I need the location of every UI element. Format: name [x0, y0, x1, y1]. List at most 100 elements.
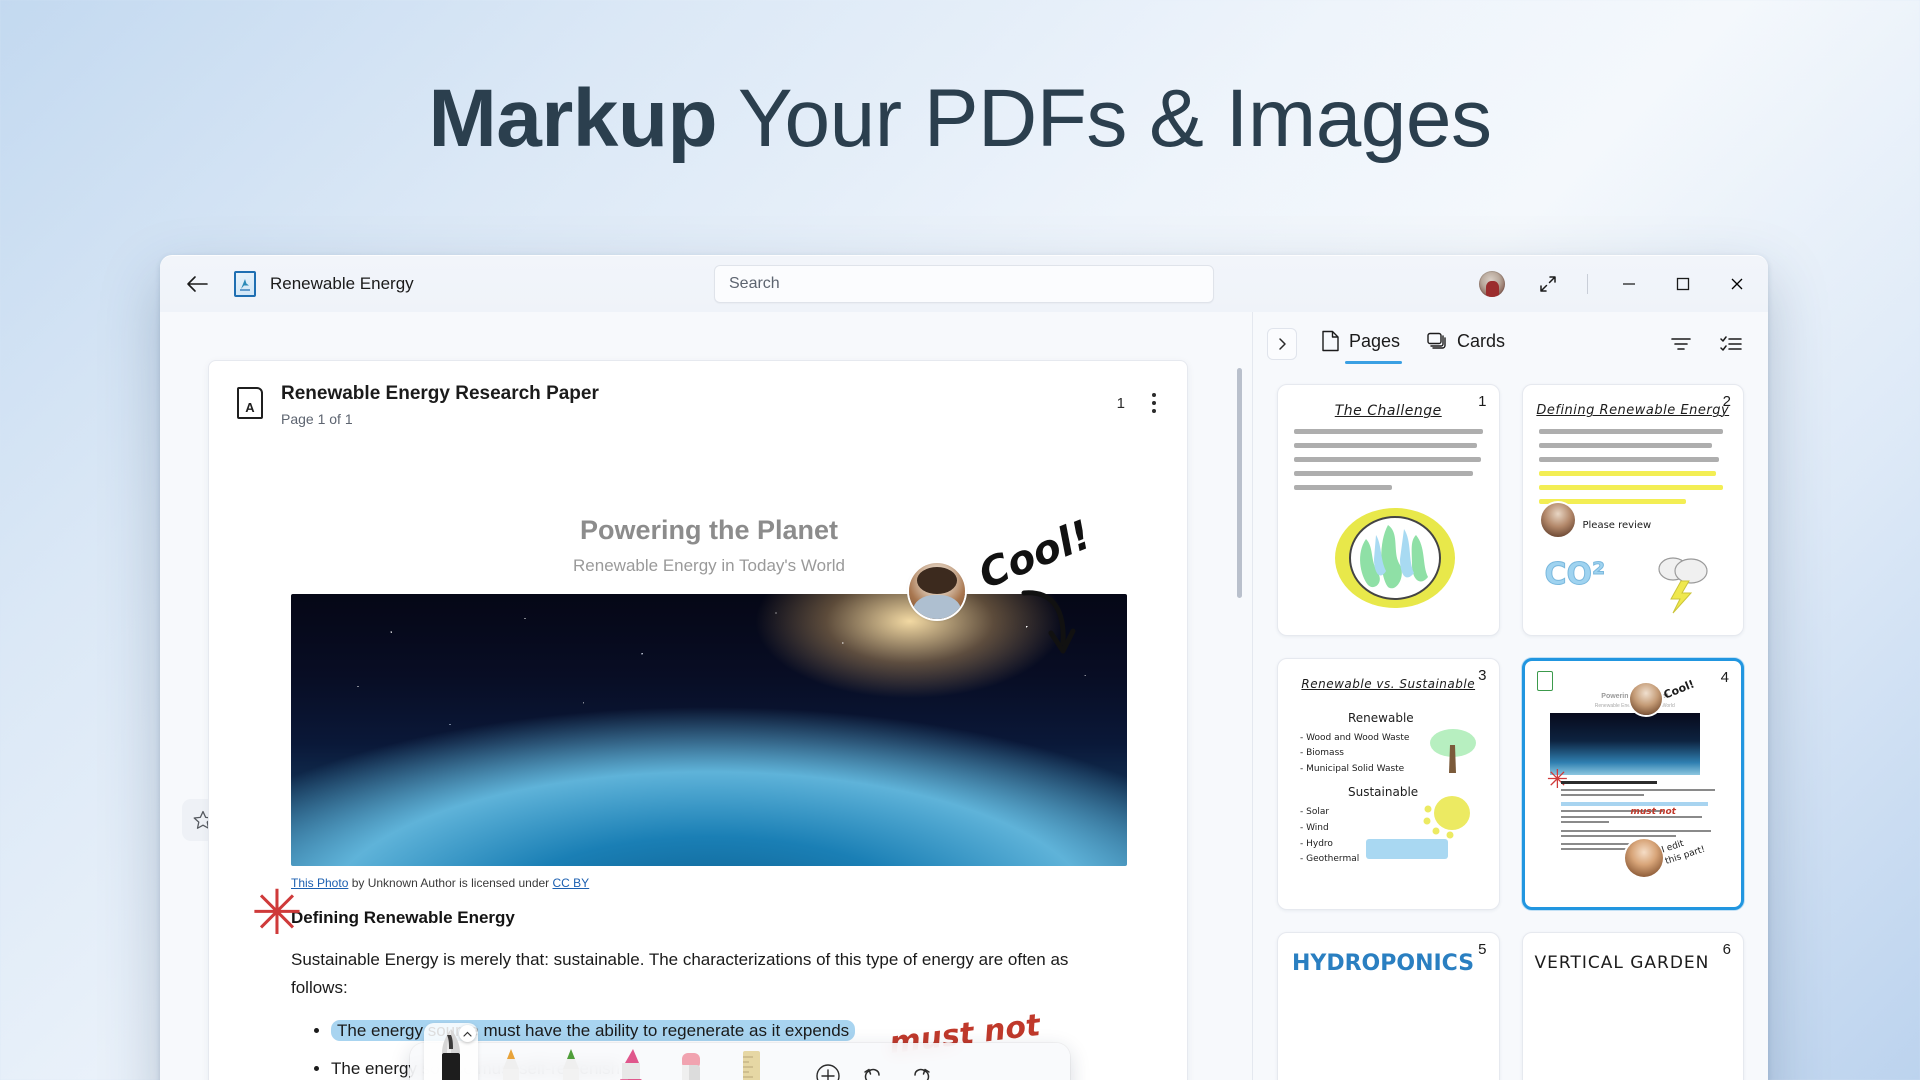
minimize-icon — [1623, 283, 1635, 285]
document-scrollbar[interactable] — [1237, 368, 1242, 598]
sun-drawing — [1423, 796, 1470, 839]
pencil-green-icon — [563, 1049, 579, 1080]
filter-icon — [1671, 338, 1691, 350]
ruler-icon — [743, 1051, 760, 1080]
maximize-button[interactable] — [1658, 256, 1708, 312]
earth-globe-drawing — [1335, 508, 1455, 608]
filter-button[interactable] — [1664, 327, 1698, 361]
thumbnail-page-1[interactable]: 1 The Challenge — [1277, 384, 1500, 636]
thumbnail-handwriting — [1294, 429, 1483, 499]
thumbnail-avatar-top — [1629, 683, 1662, 715]
thumbnail-page-3[interactable]: 3 Renewable vs. Sustainable Renewable - … — [1277, 658, 1500, 910]
thumbnail-list-renewable: - Wood and Wood Waste - Biomass - Munici… — [1300, 733, 1410, 774]
window-title: Renewable Energy — [270, 274, 414, 293]
thumbnail-title: Defining Renewable Energy — [1536, 403, 1730, 418]
curved-arrow-annotation — [1021, 590, 1076, 654]
undo-button[interactable] — [854, 1056, 894, 1080]
pen-tool[interactable] — [424, 1023, 478, 1080]
chevron-up-icon — [463, 1031, 472, 1037]
pen-options-caret[interactable] — [459, 1025, 476, 1042]
bullet-text: The energy source must have the ability … — [331, 1020, 856, 1042]
document-blue-icon — [240, 279, 250, 291]
eraser-tool[interactable] — [664, 1045, 718, 1080]
document-header: A Renewable Energy Research Paper Page 1… — [209, 361, 1187, 437]
expand-button[interactable] — [1525, 264, 1571, 304]
window-controls — [1471, 256, 1768, 312]
add-tool-button[interactable] — [808, 1056, 848, 1080]
search-box[interactable] — [714, 265, 1214, 303]
collapse-panel-button[interactable] — [1267, 328, 1297, 360]
reviewer-avatar[interactable] — [1540, 503, 1575, 537]
highlighter-pink-tool[interactable] — [604, 1045, 658, 1080]
thumbnail-handwriting — [1538, 429, 1728, 513]
stars-decoration — [291, 594, 1127, 866]
document-card: A Renewable Energy Research Paper Page 1… — [208, 360, 1188, 1080]
search-input[interactable] — [729, 275, 1199, 293]
water-highlight-drawing — [1366, 839, 1448, 859]
thumbnail-avatar-bottom — [1624, 839, 1663, 877]
slide-title: Powering the Planet — [579, 515, 839, 545]
maximize-icon — [1676, 277, 1690, 291]
thumbnail-must-not-annotation: must not — [1630, 807, 1676, 817]
app-window: Renewable Energy Search A Renewable Ener… — [160, 255, 1768, 1080]
app-document-icon — [234, 271, 256, 297]
minimize-button[interactable] — [1604, 256, 1654, 312]
plus-circle-icon — [816, 1064, 840, 1080]
headline-rest: Your PDFs & Images — [717, 73, 1492, 164]
arrow-left-icon — [187, 276, 208, 292]
photo-credit-link-2[interactable]: CC BY — [553, 876, 590, 890]
redo-button[interactable] — [900, 1056, 940, 1080]
tree-drawing — [1430, 729, 1476, 773]
highlighter-pink-icon — [620, 1049, 642, 1080]
pencil-orange-icon — [503, 1049, 519, 1080]
page-icon — [1322, 330, 1339, 352]
thumbnail-page-6[interactable]: 6 VERTICAL GARDEN — [1521, 932, 1744, 1080]
checklist-icon — [1720, 336, 1742, 351]
redo-icon — [914, 1068, 930, 1080]
pdf-file-icon — [1536, 671, 1553, 691]
pages-panel-header: Pages Cards — [1253, 312, 1768, 376]
chevron-right-icon — [1279, 338, 1286, 350]
cards-stack-icon — [1427, 332, 1446, 349]
thumbnail-page-5[interactable]: 5 HYDROPONICS — [1277, 932, 1500, 1080]
window-body: A Renewable Energy Research Paper Page 1… — [160, 312, 1768, 1080]
expand-diagonal-icon — [1540, 276, 1556, 292]
please-review-note: Please review — [1582, 520, 1652, 531]
tab-pages-label: Pages — [1349, 330, 1401, 351]
pencil-green-tool[interactable] — [544, 1045, 598, 1080]
thumbnail-list-sustainable: - Solar - Wind - Hydro - Geothermal — [1300, 807, 1360, 865]
pdf-file-icon: A — [237, 387, 263, 419]
page-subtitle: Page 1 of 1 — [281, 411, 353, 427]
eraser-icon — [682, 1053, 700, 1080]
page-thumbnail-grid: 1 The Challenge 2 Defining Renewable Ene… — [1253, 376, 1768, 1080]
tab-cards[interactable]: Cards — [1424, 325, 1507, 364]
page-headline: Markup Your PDFs & Images — [0, 72, 1920, 166]
back-button[interactable] — [178, 265, 216, 303]
ruler-tool[interactable] — [724, 1045, 778, 1080]
document-menu-button[interactable] — [1143, 389, 1165, 417]
undo-icon — [864, 1068, 880, 1080]
page-content: Powering the Planet Renewable Energy in … — [209, 437, 1187, 1080]
thumbnail-page-4[interactable]: 4 Powering the Planet Renewable Energy i… — [1521, 658, 1744, 910]
section-heading: Defining Renewable Energy — [291, 908, 515, 927]
thumbnail-title: The Challenge — [1334, 403, 1442, 419]
tab-active-indicator — [1345, 361, 1403, 364]
thumbnail-number: 4 — [1720, 669, 1729, 686]
thumbnail-title: VERTICAL GARDEN — [1534, 953, 1710, 973]
reviewer-avatar[interactable] — [909, 563, 965, 619]
body-paragraph: Sustainable Energy is merely that: susta… — [291, 950, 1069, 997]
pages-panel: Pages Cards 1 The Challenge 2 Defining R… — [1253, 312, 1768, 1080]
photo-credit-text: by Unknown Author is licensed under — [348, 876, 553, 890]
document-pane: A Renewable Energy Research Paper Page 1… — [160, 312, 1253, 1080]
pencil-orange-tool[interactable] — [484, 1045, 538, 1080]
title-bar: Renewable Energy — [160, 256, 1768, 312]
co2-drawing: CO² — [1544, 557, 1606, 593]
avatar[interactable] — [1479, 271, 1505, 297]
page-title: Renewable Energy Research Paper — [281, 383, 599, 404]
tab-pages[interactable]: Pages — [1319, 324, 1403, 364]
checklist-button[interactable] — [1714, 327, 1748, 361]
close-button[interactable] — [1712, 256, 1762, 312]
thumbnail-title: HYDROPONICS — [1292, 951, 1475, 976]
tab-cards-label: Cards — [1457, 330, 1506, 351]
thumbnail-page-2[interactable]: 2 Defining Renewable Energy Please revie… — [1521, 384, 1744, 636]
